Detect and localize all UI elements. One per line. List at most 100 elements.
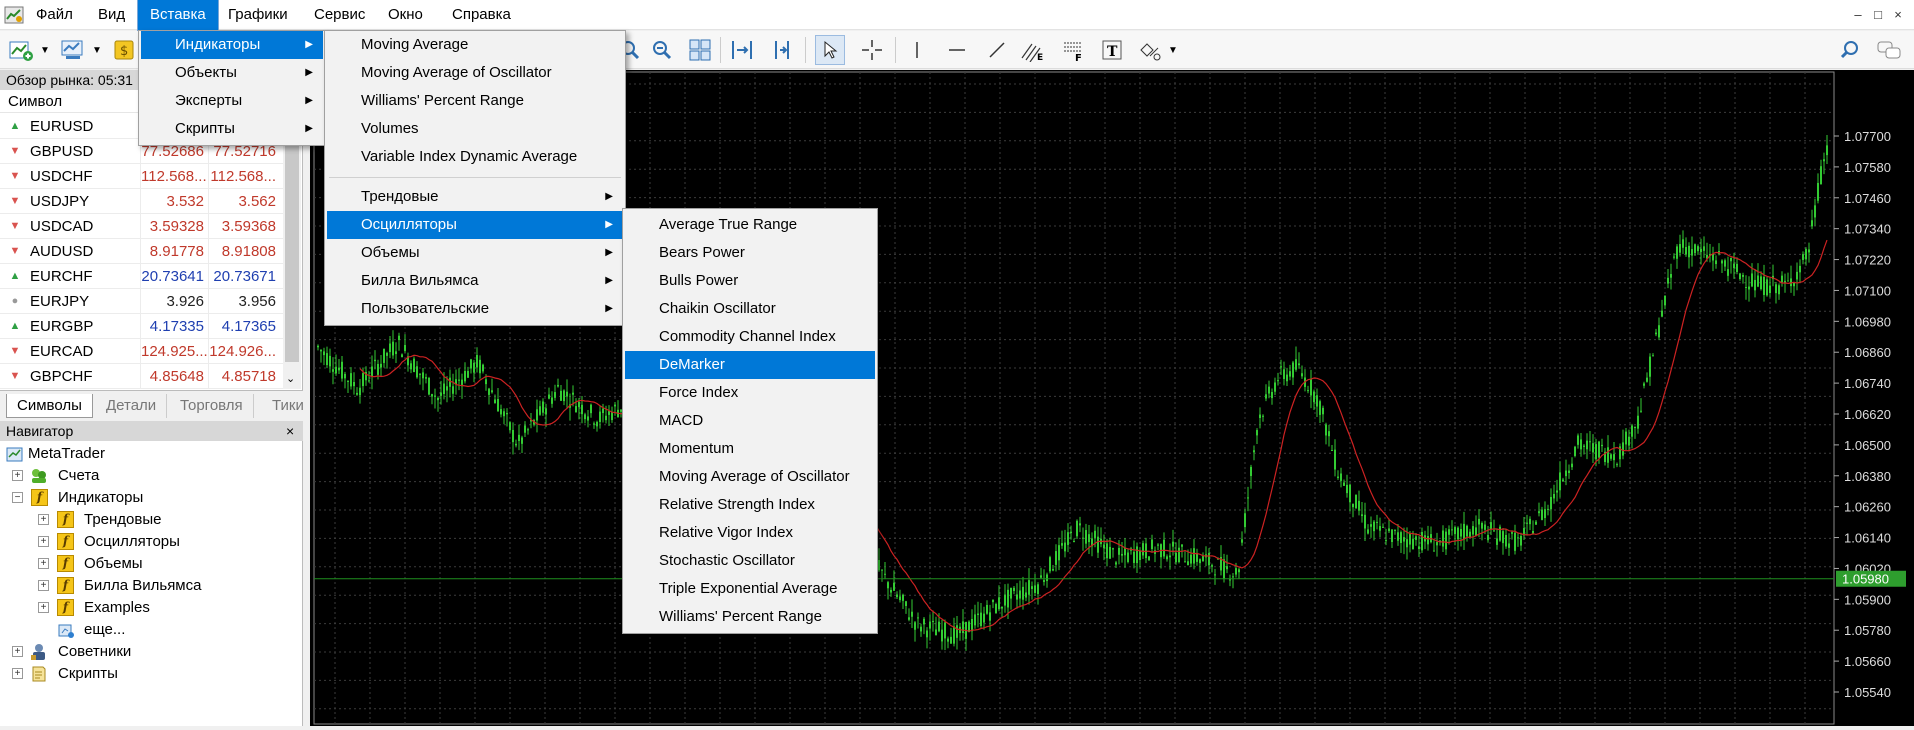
menu-item-williams-percent-range[interactable]: Williams' Percent Range (327, 87, 623, 115)
menu-item-volumes-group[interactable]: Объемы ▶ (327, 239, 623, 267)
chevron-down-icon[interactable]: ▼ (40, 45, 50, 56)
menu-insert[interactable]: Вставка (137, 0, 219, 31)
expand-icon[interactable]: + (12, 470, 23, 481)
candle-body (401, 354, 403, 358)
menu-view[interactable]: Вид (86, 0, 137, 30)
table-row[interactable]: ▼ GBPCHF 4.85648 4.85718 (0, 364, 283, 389)
minimize-button[interactable]: – (1848, 4, 1868, 26)
menu-file[interactable]: Файл (24, 0, 85, 30)
cursor-icon[interactable] (815, 35, 845, 65)
expand-icon[interactable]: + (12, 646, 23, 657)
table-row[interactable]: ▼ USDCAD 3.59328 3.59368 (0, 214, 283, 239)
search-icon[interactable] (1835, 35, 1865, 65)
menu-item-average-true-range[interactable]: Average True Range (625, 211, 875, 239)
menu-item-williams-percent-range[interactable]: Williams' Percent Range (625, 603, 875, 631)
tab-ticks[interactable]: Тики (262, 394, 314, 418)
channel-icon[interactable]: E (1018, 35, 1048, 65)
table-row[interactable]: ▼ USDJPY 3.532 3.562 (0, 189, 283, 214)
candle-body (1703, 246, 1705, 251)
text-icon[interactable]: T (1097, 35, 1127, 65)
menu-item-chaikin-oscillator[interactable]: Chaikin Oscillator (625, 295, 875, 323)
chart-shift-icon[interactable] (727, 35, 757, 65)
candle-body (1286, 374, 1288, 382)
expand-icon[interactable]: + (38, 602, 49, 613)
tab-trading[interactable]: Торговля (170, 394, 254, 418)
candle-body (1823, 159, 1825, 162)
expand-icon[interactable]: + (38, 558, 49, 569)
scrollbar-thumb[interactable] (285, 110, 299, 362)
expand-icon[interactable]: + (12, 668, 23, 679)
chat-icon[interactable] (1874, 35, 1904, 65)
candle-body (1022, 586, 1024, 600)
menu-item-bears-power[interactable]: Bears Power (625, 239, 875, 267)
candle-body (413, 358, 415, 373)
table-row[interactable]: ▼ EURCAD 124.925... 124.926... (0, 339, 283, 364)
zoom-out-icon[interactable] (647, 35, 677, 65)
tab-symbols[interactable]: Символы (6, 394, 93, 418)
svg-text:$: $ (120, 44, 128, 59)
submenu-arrow-icon: ▶ (305, 123, 313, 134)
candle-body (587, 416, 589, 421)
table-row[interactable]: ▼ USDCHF 112.568... 112.568... (0, 164, 283, 189)
menu-item-custom[interactable]: Пользовательские ▶ (327, 295, 623, 323)
menu-item-triple-exponential-average[interactable]: Triple Exponential Average (625, 575, 875, 603)
indicators-submenu: Moving Average Moving Average of Oscilla… (324, 30, 626, 326)
menu-item-oscillators[interactable]: Осцилляторы ▶ (327, 211, 623, 239)
menu-help[interactable]: Справка (440, 0, 523, 30)
menu-item-commodity-channel-index[interactable]: Commodity Channel Index (625, 323, 875, 351)
new-chart-icon[interactable] (6, 35, 36, 65)
menu-item-vidya[interactable]: Variable Index Dynamic Average (327, 143, 623, 171)
menu-item-trend[interactable]: Трендовые ▶ (327, 183, 623, 211)
menu-item-experts[interactable]: Эксперты ▶ (141, 87, 323, 115)
menu-item-moving-average-of-oscillator[interactable]: Moving Average of Oscillator (327, 59, 623, 87)
menu-item-moving-average[interactable]: Moving Average (327, 31, 623, 59)
menu-item-volumes[interactable]: Volumes (327, 115, 623, 143)
vertical-line-icon[interactable] (902, 35, 932, 65)
menu-item-momentum[interactable]: Momentum (625, 435, 875, 463)
close-button[interactable]: × (1888, 4, 1908, 26)
restore-button[interactable]: □ (1868, 4, 1888, 26)
collapse-icon[interactable]: − (12, 492, 23, 503)
menu-item-macd[interactable]: MACD (625, 407, 875, 435)
chevron-down-icon[interactable]: ▼ (92, 45, 102, 56)
menu-item-force-index[interactable]: Force Index (625, 379, 875, 407)
table-row[interactable]: ▲ EURGBP 4.17335 4.17365 (0, 314, 283, 339)
menu-window[interactable]: Окно (376, 0, 435, 30)
app-icon[interactable] (4, 5, 24, 25)
tile-windows-icon[interactable] (685, 35, 715, 65)
menu-item-bulls-power[interactable]: Bulls Power (625, 267, 875, 295)
chevron-down-icon[interactable]: ▼ (1168, 45, 1178, 56)
fibonacci-icon[interactable]: F (1058, 35, 1088, 65)
menu-item-indicators[interactable]: Индикаторы ▶ (141, 31, 323, 59)
menu-charts[interactable]: Графики (216, 0, 300, 30)
expand-icon[interactable]: + (38, 580, 49, 591)
menu-item-relative-strength-index[interactable]: Relative Strength Index (625, 491, 875, 519)
chevron-down-icon[interactable]: ⌄ (286, 372, 295, 385)
shapes-icon[interactable] (1135, 35, 1165, 65)
expand-icon[interactable]: + (38, 536, 49, 547)
menu-item-scripts[interactable]: Скрипты ▶ (141, 115, 323, 143)
horizontal-line-icon[interactable] (942, 35, 972, 65)
autoscroll-icon[interactable] (767, 35, 797, 65)
table-row[interactable]: ▲ EURCHF 20.73641 20.73671 (0, 264, 283, 289)
trendline-icon[interactable] (982, 35, 1012, 65)
tab-details[interactable]: Детали (96, 394, 168, 418)
crosshair-icon[interactable] (857, 35, 887, 65)
menu-item-stochastic-oscillator[interactable]: Stochastic Oscillator (625, 547, 875, 575)
menu-tools[interactable]: Сервис (302, 0, 377, 30)
dot-icon: ● (11, 295, 19, 307)
menu-item-moving-average-of-oscillator[interactable]: Moving Average of Oscillator (625, 463, 875, 491)
profiles-icon[interactable] (58, 35, 88, 65)
menu-item-relative-vigor-index[interactable]: Relative Vigor Index (625, 519, 875, 547)
candle-body (1391, 529, 1393, 543)
menu-item-objects[interactable]: Объекты ▶ (141, 59, 323, 87)
menu-item-bill-williams[interactable]: Билла Вильямса ▶ (327, 267, 623, 295)
price-label: 1.06980 (1844, 314, 1891, 329)
expand-icon[interactable]: + (38, 514, 49, 525)
table-row[interactable]: ● EURJPY 3.926 3.956 (0, 289, 283, 314)
table-row[interactable]: ▼ AUDUSD 8.91778 8.91808 (0, 239, 283, 264)
candle-body (485, 379, 487, 385)
menu-item-demarker[interactable]: DeMarker (625, 351, 875, 379)
close-icon[interactable]: × (286, 421, 300, 441)
market-watch-icon[interactable]: $ (110, 35, 140, 65)
